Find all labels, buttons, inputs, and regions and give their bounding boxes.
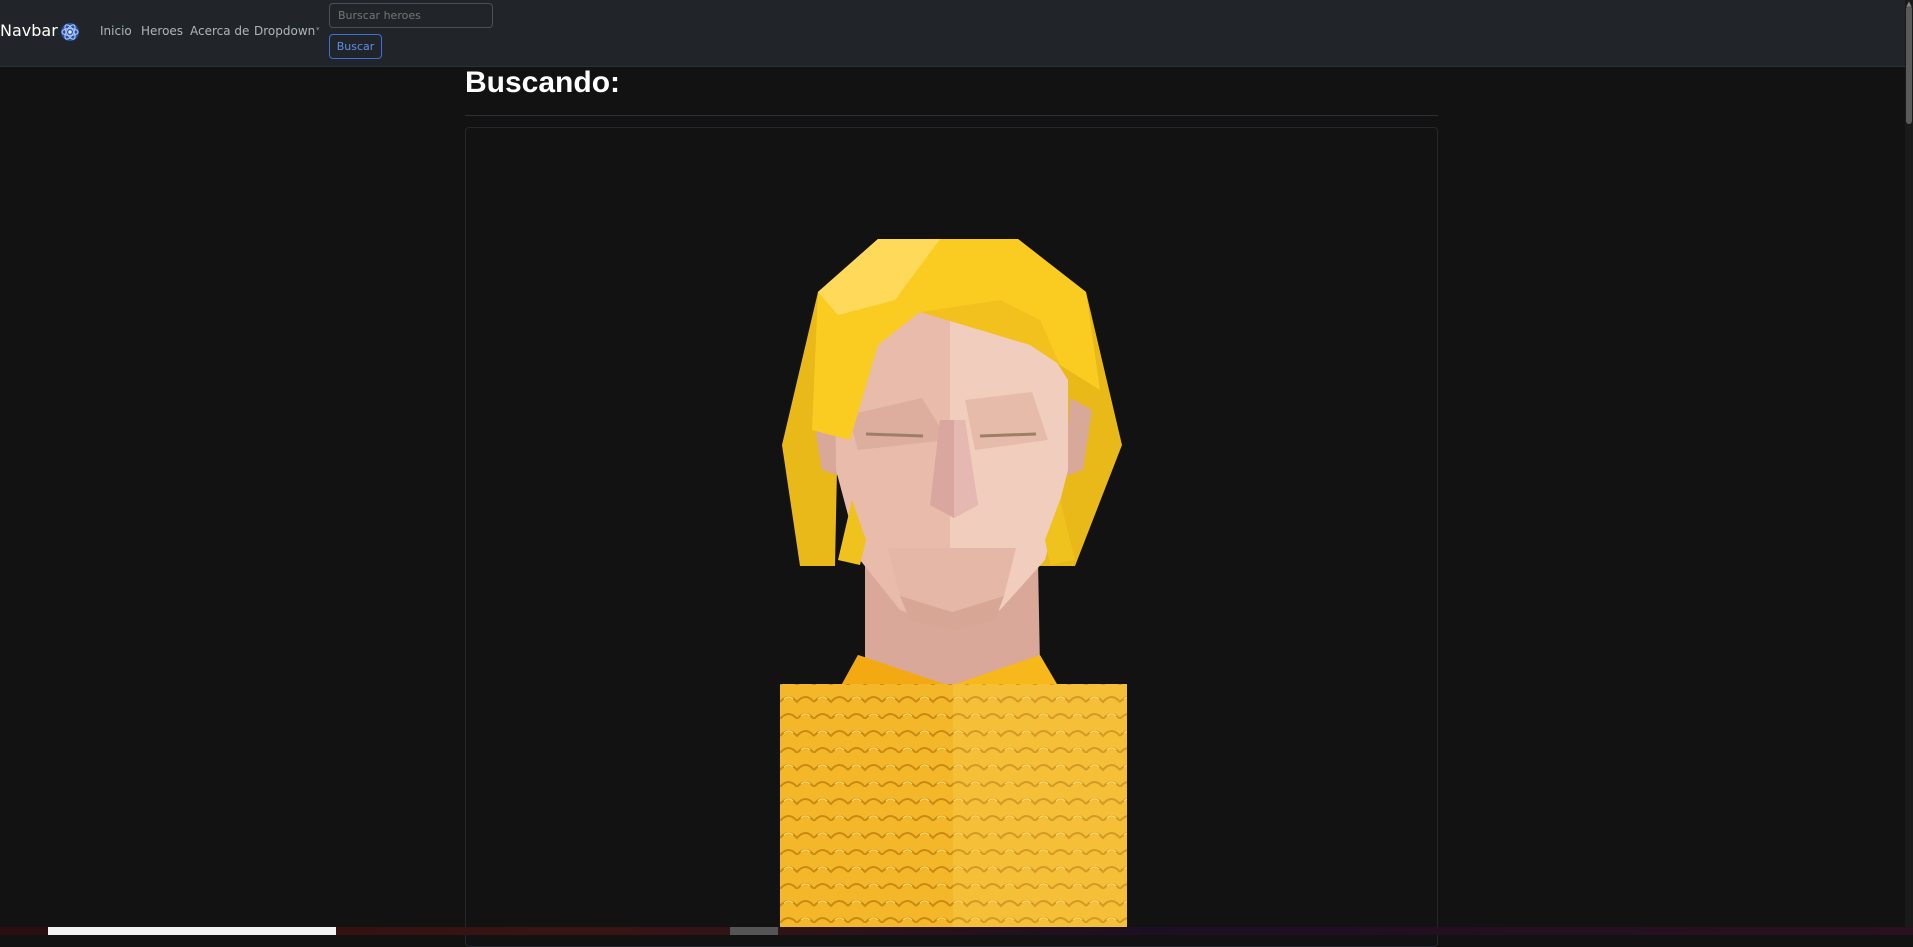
search-input[interactable] bbox=[329, 3, 493, 28]
angular-atom-icon[interactable] bbox=[60, 22, 80, 42]
divider bbox=[465, 115, 1438, 116]
nav-dropdown-toggle[interactable]: Dropdown bbox=[254, 24, 315, 38]
hero-image bbox=[780, 239, 1127, 930]
chevron-down-icon: ▾ bbox=[316, 25, 320, 33]
taskbar-window bbox=[48, 927, 336, 935]
page-title: Buscando: bbox=[465, 66, 621, 99]
search-button[interactable]: Buscar bbox=[329, 34, 382, 59]
horizontal-scroll-thumb[interactable] bbox=[730, 927, 778, 935]
nav-link-acerca-de[interactable]: Acerca de bbox=[190, 24, 249, 38]
nav-link-heroes[interactable]: Heroes bbox=[141, 24, 183, 38]
scrollbar[interactable]: ▲ ▼ bbox=[1905, 0, 1913, 935]
navbar: Navbar Inicio Heroes Acerca de Dropdown … bbox=[0, 0, 1905, 67]
scrollbar-thumb[interactable] bbox=[1906, 6, 1912, 124]
navbar-brand[interactable]: Navbar bbox=[0, 21, 58, 40]
nav-link-inicio[interactable]: Inicio bbox=[100, 24, 132, 38]
